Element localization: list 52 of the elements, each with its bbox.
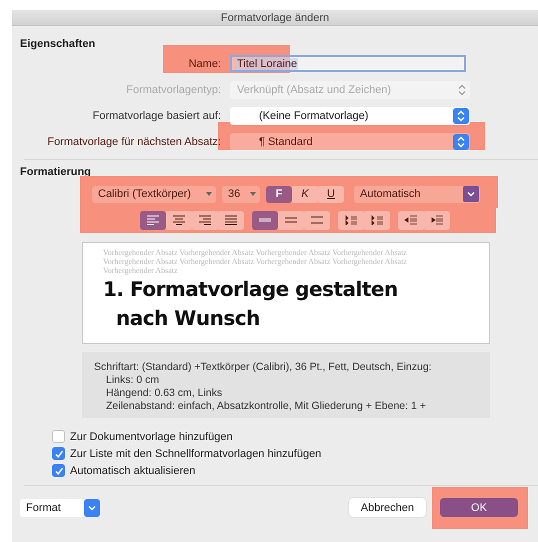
cancel-button[interactable]: Abbrechen xyxy=(348,498,426,517)
space-before-button[interactable] xyxy=(338,210,364,230)
bold-button[interactable]: F xyxy=(266,186,292,202)
stepper-icon xyxy=(453,108,469,124)
previous-paragraph-text: Vorhergehender Absatz Vorhergehender Absatz Vorhergehender Absatz Vorhergehender Absatz Vorhergehender Absatz Vorhergehender Absatz Vorhergehender Absatz Vorhergehender Absatz Vorhergehender Absatz xyxy=(103,248,408,275)
sample-text: nach Wunsch xyxy=(115,305,261,332)
caret-icon xyxy=(206,192,212,196)
stepper-icon xyxy=(458,84,466,96)
align-center-icon xyxy=(172,215,186,225)
double-icon xyxy=(310,215,324,225)
caret-icon xyxy=(250,192,256,196)
align-right-icon xyxy=(198,215,212,225)
checkbox-label: Zur Liste mit den Schnellformatvorlagen hinzufügen xyxy=(70,448,322,460)
outdent-button[interactable] xyxy=(398,210,424,230)
one-half-button[interactable] xyxy=(278,210,304,230)
checkbox-label: Zur Dokumentvorlage hinzufügen xyxy=(70,430,233,442)
double-button[interactable] xyxy=(304,210,330,230)
single-button[interactable] xyxy=(252,210,278,230)
field-label: Name: xyxy=(188,58,222,70)
field-label: Formatvorlagentyp: xyxy=(125,84,222,96)
outdent-icon xyxy=(404,215,418,225)
indent-button[interactable] xyxy=(424,210,450,230)
ok-button[interactable]: OK xyxy=(440,498,518,517)
format-dropdown[interactable]: Format xyxy=(20,498,100,516)
chevron-icon xyxy=(463,186,479,202)
align-center-button[interactable] xyxy=(166,210,192,230)
section-heading: Formatierung xyxy=(20,166,92,178)
align-left-button[interactable] xyxy=(140,210,166,230)
checkbox[interactable] xyxy=(52,447,65,460)
space-after-icon xyxy=(370,215,384,225)
one-half-icon xyxy=(284,215,298,225)
checkbox-label: Automatisch aktualisieren xyxy=(70,464,196,476)
style-dropdown[interactable]: (Keine Formatvorlage) xyxy=(230,106,470,124)
checkbox[interactable] xyxy=(52,464,65,477)
field-label: Formatvorlage basiert auf: xyxy=(92,110,222,122)
description-text: Hängend: 0.63 cm, Links xyxy=(105,387,224,400)
stepper-icon xyxy=(453,134,469,150)
indent-icon xyxy=(430,215,444,225)
section-heading: Eigenschaften xyxy=(20,38,96,50)
space-after-button[interactable] xyxy=(364,210,390,230)
chevron-icon xyxy=(84,498,100,516)
description-text: Zeilenabstand: einfach, Absatzkontrolle, Mit Gliederung + Ebene: 1 + xyxy=(105,400,427,413)
description-text: Links: 0 cm xyxy=(105,374,160,387)
field-label: Formatvorlage für nächsten Absatz: xyxy=(46,136,222,148)
description-text: Schriftart: (Standard) +Textkörper (Calibri), 36 Pt., Fett, Deutsch, Einzug: xyxy=(94,361,433,374)
window-title: Formatvorlage ändern xyxy=(220,12,330,24)
checkbox[interactable] xyxy=(52,430,65,443)
sample-text: 1. Formatvorlage gestalten xyxy=(103,276,399,303)
align-left-icon xyxy=(146,215,160,225)
space-before-icon xyxy=(344,215,358,225)
justify-icon xyxy=(224,215,238,225)
italic-button[interactable]: K xyxy=(292,186,318,202)
